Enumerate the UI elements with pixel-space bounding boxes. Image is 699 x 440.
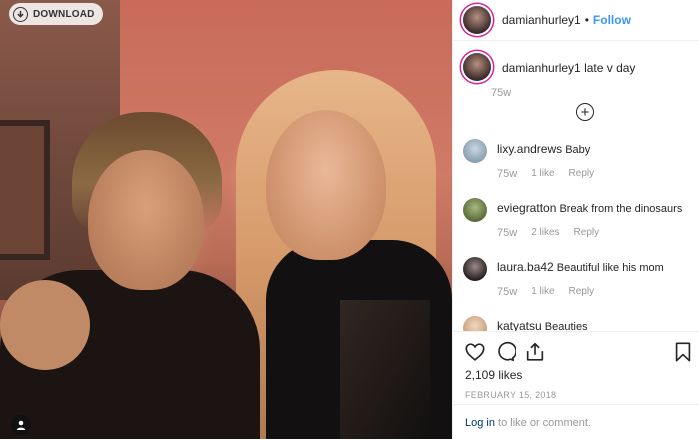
bookmark-icon[interactable]	[672, 341, 694, 363]
post-header: damianhurley1 • Follow	[453, 0, 699, 41]
photo-woman-face	[266, 110, 386, 260]
caption-time[interactable]: 75w	[491, 87, 635, 99]
comment-likes[interactable]: 1 like	[531, 168, 554, 180]
comment-username[interactable]: lixy.andrews	[497, 142, 562, 156]
photo-man-face	[88, 150, 204, 290]
comment-username[interactable]: laura.ba42	[497, 260, 554, 274]
login-link[interactable]: Log in	[465, 417, 495, 429]
login-prompt: Log in to like or comment.	[453, 404, 699, 440]
follow-button[interactable]: Follow	[593, 13, 631, 27]
comment-avatar[interactable]	[463, 139, 487, 163]
comment-item: lixy.andrews Baby 75w 1 like Reply	[463, 139, 699, 180]
photo-background-door	[0, 120, 50, 260]
download-icon	[13, 6, 28, 22]
post-actions-section: 2,109 likes FEBRUARY 15, 2018 Log in to …	[453, 331, 699, 429]
load-more-comments-button[interactable]: +	[576, 103, 594, 121]
comment-reply-button[interactable]: Reply	[569, 286, 595, 298]
comment-avatar[interactable]	[463, 316, 487, 331]
caption-avatar[interactable]	[463, 53, 491, 81]
comment-item: laura.ba42 Beautiful like his mom 75w 1 …	[463, 257, 699, 298]
post-caption: damianhurley1 late v day 75w	[463, 53, 699, 99]
comment-text: Break from the dinosaurs	[559, 203, 683, 215]
comment-username[interactable]: katyatsu	[497, 319, 542, 331]
user-tag-icon	[16, 420, 26, 430]
comment-reply-button[interactable]: Reply	[574, 227, 600, 239]
comment-time[interactable]: 75w	[497, 286, 517, 298]
heart-icon[interactable]	[464, 341, 486, 363]
post-date[interactable]: FEBRUARY 15, 2018	[453, 390, 699, 400]
user-tag-button[interactable]	[11, 415, 31, 435]
comment-reply-button[interactable]: Reply	[569, 168, 595, 180]
post-photo[interactable]: DOWNLOAD	[0, 0, 452, 439]
comment-icon[interactable]	[494, 341, 516, 363]
comment-text: Beauties	[544, 321, 588, 331]
comments-list[interactable]: damianhurley1 late v day 75w + lixy.andr…	[453, 41, 699, 331]
photo-man-hand	[0, 280, 90, 370]
comment-time[interactable]: 75w	[497, 227, 517, 239]
comment-text: Baby	[565, 144, 591, 156]
comment-avatar[interactable]	[463, 257, 487, 281]
caption-text: late v day	[584, 61, 636, 75]
comment-username[interactable]: eviegratton	[497, 201, 556, 215]
download-label: DOWNLOAD	[33, 8, 95, 20]
header-separator: •	[584, 13, 589, 27]
photo-jacket-sheen	[340, 300, 430, 439]
comment-likes[interactable]: 1 like	[531, 286, 554, 298]
download-button[interactable]: DOWNLOAD	[9, 3, 103, 25]
share-icon[interactable]	[524, 341, 546, 363]
author-username[interactable]: damianhurley1	[502, 13, 581, 27]
comment-text: Beautiful like his mom	[556, 262, 664, 274]
comment-avatar[interactable]	[463, 198, 487, 222]
plus-circle-icon: +	[580, 103, 590, 121]
action-icons-row	[453, 332, 699, 372]
caption-username[interactable]: damianhurley1	[502, 61, 581, 75]
comment-item: katyatsu Beauties	[463, 316, 699, 331]
login-prompt-text: to like or comment.	[494, 417, 591, 429]
post-side-panel: damianhurley1 • Follow damianhurley1 lat…	[452, 0, 699, 439]
author-avatar[interactable]	[463, 6, 491, 34]
comment-likes[interactable]: 2 likes	[531, 227, 559, 239]
instagram-post: DOWNLOAD damianhurley1 • Follow damianhu…	[0, 0, 699, 439]
comment-time[interactable]: 75w	[497, 168, 517, 180]
likes-count[interactable]: 2,109 likes	[453, 368, 699, 382]
comment-item: eviegratton Break from the dinosaurs 75w…	[463, 198, 699, 239]
